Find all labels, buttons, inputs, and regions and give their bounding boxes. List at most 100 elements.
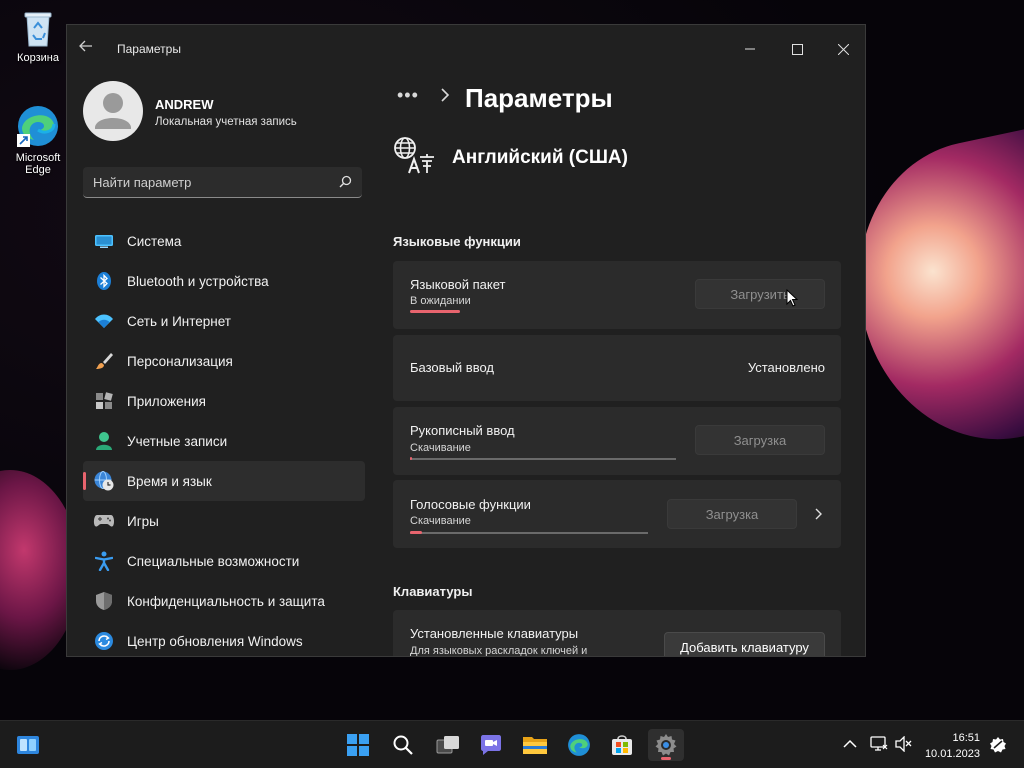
sidebar-item-label: Время и язык xyxy=(127,473,212,489)
mouse-cursor-icon xyxy=(786,289,798,307)
sidebar-item-personalization[interactable]: Персонализация xyxy=(83,341,365,381)
sidebar-item-label: Персонализация xyxy=(127,353,233,369)
sidebar-nav: Система Bluetooth и устройства Сеть и Ин… xyxy=(83,221,365,656)
time-language-icon xyxy=(93,470,115,492)
sidebar-item-label: Приложения xyxy=(127,393,206,409)
breadcrumb-overflow-button[interactable]: ••• xyxy=(397,85,419,106)
close-button[interactable] xyxy=(820,33,865,65)
sidebar-item-network[interactable]: Сеть и Интернет xyxy=(83,301,365,341)
chevron-right-icon xyxy=(441,88,450,102)
edge-icon xyxy=(568,734,590,756)
sidebar-item-apps[interactable]: Приложения xyxy=(83,381,365,421)
accessibility-icon xyxy=(93,550,115,572)
search-button[interactable] xyxy=(385,729,421,761)
chevron-up-icon[interactable] xyxy=(843,739,857,749)
volume-muted-icon[interactable] xyxy=(895,736,913,752)
feature-title: Языковой пакет xyxy=(410,277,506,292)
edge-taskbar-button[interactable] xyxy=(561,729,597,761)
keyboards-title: Установленные клавиатуры xyxy=(410,626,579,641)
edge-icon xyxy=(17,106,58,147)
language-icon xyxy=(394,137,434,174)
minimize-button[interactable] xyxy=(727,33,773,65)
sidebar-item-accessibility[interactable]: Специальные возможности xyxy=(83,541,365,581)
keyboards-subtitle: Для языковых раскладок ключей и xyxy=(410,645,588,657)
bluetooth-icon xyxy=(93,270,115,292)
sidebar-item-time-language[interactable]: Время и язык xyxy=(83,461,365,501)
gamepad-icon xyxy=(93,510,115,532)
maximize-icon xyxy=(791,43,803,55)
system-icon xyxy=(93,230,115,252)
feature-title: Голосовые функции xyxy=(410,497,531,512)
desktop-icon-recycle-bin[interactable]: Корзина xyxy=(6,8,70,64)
store-icon xyxy=(612,735,632,755)
search-box xyxy=(83,167,362,198)
sidebar-item-privacy[interactable]: Конфиденциальность и защита xyxy=(83,581,365,621)
search-icon[interactable] xyxy=(339,175,352,188)
settings-window: Параметры ANDREW Локальная учетная запис… xyxy=(66,24,866,657)
progress-bar xyxy=(410,531,648,534)
store-button[interactable] xyxy=(604,729,640,761)
section-heading-language-features: Языковые функции xyxy=(393,234,521,249)
maximize-button[interactable] xyxy=(774,33,820,65)
clock[interactable]: 16:51 10.01.2023 xyxy=(925,730,980,762)
download-button[interactable]: Загрузка xyxy=(667,499,797,529)
feature-status: Скачивание xyxy=(410,515,471,527)
sidebar-item-label: Игры xyxy=(127,513,159,529)
apps-icon xyxy=(93,390,115,412)
settings-icon xyxy=(655,734,677,756)
progress-fill xyxy=(410,310,460,313)
title-bar: Параметры xyxy=(67,25,865,73)
profile-name: ANDREW xyxy=(155,97,214,112)
network-status-icon[interactable] xyxy=(870,736,888,752)
desktop-icon-label: Корзина xyxy=(17,52,59,64)
search-icon xyxy=(393,735,413,755)
chat-button[interactable] xyxy=(473,729,509,761)
task-view-button[interactable] xyxy=(430,729,466,761)
back-button[interactable] xyxy=(79,39,101,59)
sidebar-item-label: Сеть и Интернет xyxy=(127,313,231,329)
feature-title: Рукописный ввод xyxy=(410,423,515,438)
desktop-icon-edge[interactable]: Microsoft Edge xyxy=(6,104,70,176)
clock-time: 16:51 xyxy=(952,732,980,744)
download-button[interactable]: Загрузка xyxy=(695,425,825,455)
language-title: Английский (США) xyxy=(452,147,628,168)
sidebar-item-gaming[interactable]: Игры xyxy=(83,501,365,541)
accounts-icon xyxy=(93,430,115,452)
progress-bar xyxy=(410,310,460,313)
arrow-left-icon xyxy=(79,40,92,52)
search-input[interactable] xyxy=(83,167,323,197)
add-keyboard-button[interactable]: Добавить клавиатуру xyxy=(664,632,825,656)
window-title: Параметры xyxy=(117,42,181,56)
sidebar-item-bluetooth[interactable]: Bluetooth и устройства xyxy=(83,261,365,301)
keyboards-card: Установленные клавиатуры Для языковых ра… xyxy=(393,610,841,657)
sidebar-item-accounts[interactable]: Учетные записи xyxy=(83,421,365,461)
desktop-icon-label: Microsoft Edge xyxy=(15,152,61,176)
feature-status: В ожидании xyxy=(410,295,471,307)
feature-card-language-pack: Языковой пакет В ожидании Загрузить xyxy=(393,261,841,329)
download-button[interactable]: Загрузить xyxy=(695,279,825,309)
recycle-bin-icon xyxy=(24,12,52,47)
feature-card-speech[interactable]: Голосовые функции Скачивание Загрузка xyxy=(393,480,841,548)
file-explorer-button[interactable] xyxy=(517,729,553,761)
installed-status: Установлено xyxy=(747,360,825,375)
sidebar-item-label: Центр обновления Windows xyxy=(127,633,303,649)
sidebar-item-windows-update[interactable]: Центр обновления Windows xyxy=(83,621,365,656)
section-heading-keyboards: Клавиатуры xyxy=(393,584,473,599)
progress-bar xyxy=(410,457,676,460)
notification-icon[interactable] xyxy=(989,736,1007,754)
minimize-icon xyxy=(745,48,755,50)
feature-status: Скачивание xyxy=(410,442,471,454)
update-icon xyxy=(93,630,115,652)
profile-account-type: Локальная учетная запись xyxy=(155,116,297,128)
start-button[interactable] xyxy=(340,729,376,761)
clock-date: 10.01.2023 xyxy=(924,748,980,760)
progress-fill xyxy=(410,531,422,534)
sidebar-item-system[interactable]: Система xyxy=(83,221,365,261)
sidebar-item-label: Учетные записи xyxy=(127,433,228,449)
settings-taskbar-button[interactable] xyxy=(648,729,684,761)
feature-card-handwriting: Рукописный ввод Скачивание Загрузка xyxy=(393,407,841,475)
task-view-icon xyxy=(436,736,459,754)
sidebar-item-label: Специальные возможности xyxy=(127,553,300,569)
widgets-button[interactable] xyxy=(10,729,46,761)
avatar[interactable] xyxy=(83,81,143,141)
